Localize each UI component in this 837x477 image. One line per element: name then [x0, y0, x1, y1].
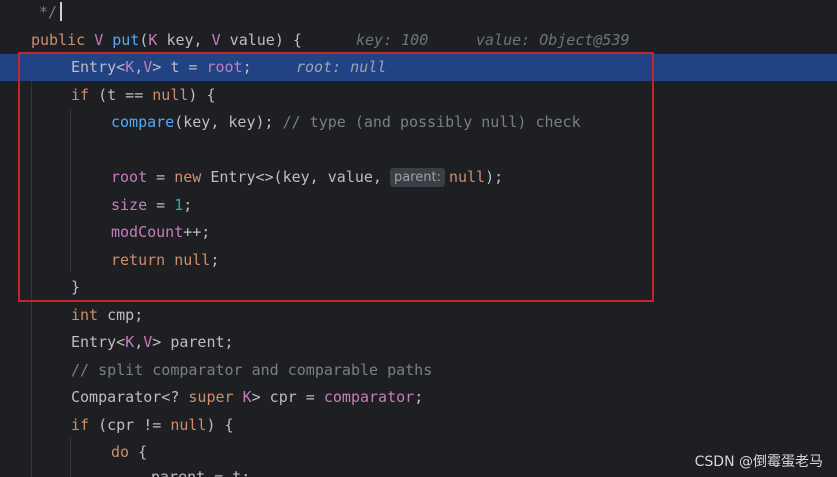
code-text: key, [157, 31, 212, 49]
code-text: ; [414, 388, 424, 406]
code-text: value) { [220, 31, 302, 49]
debug-value-hint: key: 100 [356, 31, 429, 49]
code-text: , [134, 333, 144, 351]
code-line[interactable]: } [0, 274, 837, 301]
debug-value-hint: root: null [296, 58, 387, 76]
code-line[interactable]: */ [0, 0, 837, 26]
code-text: ) { [206, 416, 234, 434]
keyword: new [174, 168, 202, 186]
code-text: = [147, 168, 175, 186]
code-text: Entry< [71, 333, 126, 351]
watermark: CSDN @倒霉蛋老马 [694, 454, 823, 470]
type-param: V [211, 31, 221, 49]
code-line[interactable]: if (cpr != null) { [0, 412, 837, 439]
field-ref: modCount [111, 223, 184, 241]
keyword: super [188, 388, 234, 406]
code-comment: // type (and possibly null) check [282, 113, 581, 131]
type-param: K [242, 388, 252, 406]
comment-end: */ [39, 3, 58, 21]
code-text: parent = t; [151, 468, 251, 477]
method-call: compare [111, 113, 175, 131]
code-line[interactable]: return null; [0, 247, 837, 274]
code-text: ) { [188, 86, 216, 104]
type-param: V [143, 58, 153, 76]
keyword: null [174, 251, 211, 269]
code-text: > t = [152, 58, 207, 76]
field-ref: root [206, 58, 243, 76]
keyword: do [111, 443, 130, 461]
type-param: K [125, 58, 135, 76]
code-text: ++; [183, 223, 211, 241]
code-line[interactable]: Entry<K,V> parent; [0, 329, 837, 356]
code-line[interactable]: size = 1; [0, 192, 837, 219]
code-text: > parent; [152, 333, 234, 351]
code-text: , [134, 58, 144, 76]
keyword: if [71, 86, 90, 104]
code-text: (cpr != [89, 416, 171, 434]
type-param: V [143, 333, 153, 351]
field-ref: size [111, 196, 148, 214]
code-text: ); [485, 168, 504, 186]
code-text: cmp; [98, 306, 144, 324]
keyword: public [31, 31, 95, 49]
keyword: int [71, 306, 99, 324]
debug-value-hint: value: Object@539 [476, 31, 630, 49]
code-comment: // split comparator and comparable paths [71, 361, 433, 379]
code-line[interactable] [0, 136, 837, 163]
code-text: Entry<>(key, value, [201, 168, 382, 186]
current-execution-line[interactable]: Entry<K,V> t = root; root: null [0, 54, 837, 81]
keyword: null [152, 86, 189, 104]
code-line[interactable]: // split comparator and comparable paths [0, 357, 837, 384]
code-text: Comparator<? [71, 388, 189, 406]
type-param: K [125, 333, 135, 351]
number-literal: 1 [174, 196, 184, 214]
code-line[interactable]: root = new Entry<>(key, value, parent: nul… [0, 164, 837, 191]
code-line[interactable]: Comparator<? super K> cpr = comparator; [0, 384, 837, 411]
code-text: ; [183, 196, 193, 214]
code-line[interactable]: if (t == null) { [0, 82, 837, 109]
code-text: ; [210, 251, 220, 269]
keyword: return [111, 251, 166, 269]
closing-brace: } [71, 278, 81, 296]
field-ref: comparator [323, 388, 415, 406]
code-text: { [129, 443, 148, 461]
code-line[interactable]: compare(key, key); // type (and possibly… [0, 109, 837, 136]
parameter-name-hint: parent: [389, 168, 445, 187]
code-text: ; [242, 58, 252, 76]
method-name: put [112, 31, 140, 49]
text-caret [60, 2, 62, 21]
keyword: if [71, 416, 90, 434]
field-ref: root [111, 168, 148, 186]
code-text: Entry< [71, 58, 126, 76]
type-param: V [94, 31, 113, 49]
code-line[interactable]: public V put(K key, V value) { key: 100 … [0, 27, 837, 54]
keyword: null [448, 168, 486, 186]
code-editor[interactable]: */ public V put(K key, V value) { key: 1… [0, 0, 837, 477]
code-text: (key, key); [174, 113, 283, 131]
code-line[interactable]: modCount++; [0, 219, 837, 246]
code-text: > cpr = [251, 388, 324, 406]
code-line[interactable]: int cmp; [0, 302, 837, 329]
code-text: (t == [89, 86, 153, 104]
code-text: = [147, 196, 175, 214]
keyword: null [170, 416, 207, 434]
